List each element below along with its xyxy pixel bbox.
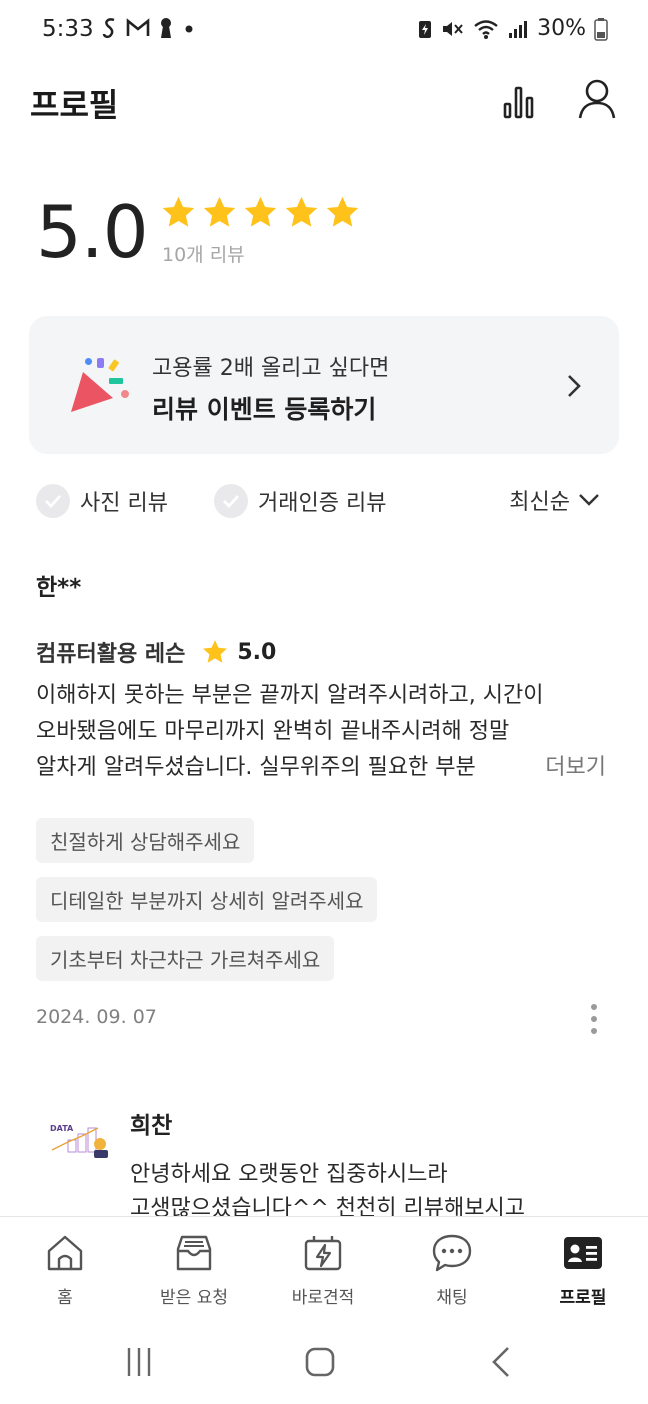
nav-label: 채팅 [436,1288,468,1308]
rating-summary: 5.0 10개 리뷰 [36,190,596,280]
star-icon [326,196,359,227]
signal-icon [509,20,528,38]
star-icon [285,196,318,227]
star-icon [244,196,277,227]
verified-review-label: 거래인증 리뷰 [258,491,387,516]
battery-percent: 30% [537,16,586,41]
system-nav-bar [0,1320,648,1404]
check-icon [214,484,248,518]
recent-apps-icon[interactable] [121,1344,157,1380]
review-tag: 기초부터 차근차근 가르쳐주세요 [36,936,335,981]
check-icon [36,484,70,518]
party-popper-icon [71,358,129,412]
rating-score: 5.0 [36,190,149,274]
review-tag: 디테일한 부분까지 상세히 알려주세요 [36,877,378,922]
bar-chart-icon [503,86,534,119]
reply-line: 안녕하세요 오랫동안 집중하시느라 [130,1162,448,1187]
inbox-icon [176,1235,212,1271]
sort-label: 최신순 [509,490,570,515]
nav-label: 바로견적 [291,1288,355,1308]
service-score: 5.0 [237,639,277,665]
status-time: 5:33 [42,16,94,42]
review-line: 이해하지 못하는 부분은 끝까지 알려주시려하고, 시간이 [36,683,544,708]
sort-dropdown[interactable]: 최신순 [509,484,600,516]
nav-quick-quote[interactable]: 바로견적 [268,1231,378,1308]
nav-chat[interactable]: 채팅 [397,1231,507,1308]
review-count: 10개 리뷰 [162,244,245,266]
user-icon [578,79,616,119]
photo-review-label: 사진 리뷰 [80,491,168,516]
home-icon [47,1235,83,1271]
review-footer: 2024. 09. 07 [36,1006,616,1028]
chevron-right-icon [568,375,581,397]
review-tag: 친절하게 상담해주세요 [36,818,255,863]
battery-saver-icon [419,20,432,38]
review-filters: 사진 리뷰 거래인증 리뷰 최신순 [36,484,616,526]
logo-text: DATA [50,1124,74,1133]
mute-icon [443,21,463,36]
review-text: 이해하지 못하는 부분은 끝까지 알려주시려하고, 시간이 오바됐음에도 마무리… [36,678,616,786]
dot-icon [185,25,193,33]
verified-review-filter[interactable]: 거래인증 리뷰 [214,484,386,518]
review-service: 컴퓨터활용 레슨 5.0 [36,636,616,668]
photo-review-filter[interactable]: 사진 리뷰 [36,484,168,518]
profile-card-icon [564,1237,602,1269]
provider-logo: DATA [50,1124,108,1158]
keyhole-icon [161,18,171,38]
review-tags: 친절하게 상담해주세요 디테일한 부분까지 상세히 알려주세요 기초부터 차근차… [36,818,616,995]
promo-subtitle: 고용률 2배 올리고 싶다면 [152,356,390,381]
nav-label: 프로필 [559,1288,607,1308]
star-icon [203,640,228,663]
status-right: 30% [417,16,608,41]
battery-icon [594,17,608,41]
nav-label: 홈 [57,1288,73,1308]
page-title: 프로필 [30,86,119,124]
nav-home[interactable]: 홈 [10,1231,120,1308]
nav-profile[interactable]: 프로필 [528,1231,638,1308]
reviewer-name: 한** [36,575,82,601]
home-button-icon[interactable] [302,1344,338,1380]
chat-icon [432,1234,472,1272]
review-event-banner[interactable]: 고용률 2배 올리고 싶다면 리뷰 이벤트 등록하기 [29,316,619,454]
review-line: 오바됐음에도 마무리까지 완벽히 끝내주시려해 정말 [36,719,510,744]
review-date: 2024. 09. 07 [36,1006,157,1028]
chevron-down-icon [579,494,599,506]
app-header: 프로필 [0,70,648,134]
rating-stars [160,194,361,231]
nav-requests[interactable]: 받은 요청 [139,1231,249,1308]
gmail-icon [126,18,150,36]
review-service-row: 컴퓨터활용 레슨 5.0 [36,636,616,668]
service-name: 컴퓨터활용 레슨 [36,642,186,667]
wifi-icon [474,19,498,39]
star-icon [203,196,236,227]
more-button[interactable]: 더보기 [501,750,606,786]
review-body: 이해하지 못하는 부분은 끝까지 알려주시려하고, 시간이 오바됐음에도 마무리… [36,678,616,786]
quick-quote-icon [304,1236,342,1271]
back-icon[interactable] [484,1344,520,1380]
account-button[interactable] [575,76,619,120]
nav-label: 받은 요청 [160,1288,228,1308]
star-icon [162,196,195,227]
review-card: 한** [36,568,616,602]
app-s-icon [102,18,115,39]
reply-name: 희찬 [130,1113,173,1139]
promo-title: 리뷰 이벤트 등록하기 [152,395,377,424]
stats-button[interactable] [498,76,542,120]
more-options-icon[interactable] [589,1003,599,1035]
status-bar: 5:33 30% [0,0,648,60]
status-notification-icons [102,17,196,39]
bottom-nav: 홈 받은 요청 바로견적 채팅 프로필 [0,1216,648,1320]
